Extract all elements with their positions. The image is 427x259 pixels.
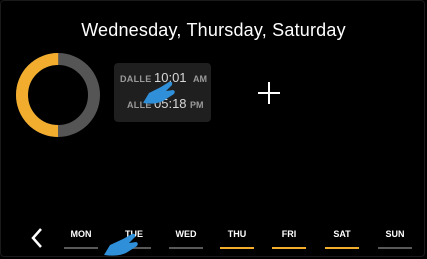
day-label: WED xyxy=(175,229,197,239)
day-indicator xyxy=(378,247,412,249)
day-label: THU xyxy=(227,229,247,239)
time-range-card[interactable]: DALLE 10:01 AM ALLE 05:18 PM xyxy=(114,63,211,122)
from-time: 10:01 xyxy=(154,70,187,85)
day-indicator xyxy=(117,247,151,249)
chevron-left-icon[interactable] xyxy=(27,226,47,250)
day-label: MON xyxy=(70,229,92,239)
day-thu[interactable]: THU xyxy=(220,229,254,251)
day-fri[interactable]: FRI xyxy=(272,229,306,251)
day-indicator xyxy=(169,247,203,249)
day-indicator xyxy=(272,247,306,249)
day-label: TUE xyxy=(125,229,143,239)
from-ampm: AM xyxy=(193,74,207,84)
day-indicator xyxy=(325,247,359,249)
plus-icon[interactable] xyxy=(256,80,282,106)
day-sun[interactable]: SUN xyxy=(378,229,412,251)
day-mon[interactable]: MON xyxy=(64,229,98,251)
to-time-row[interactable]: ALLE 05:18 PM xyxy=(114,96,211,112)
to-time: 05:18 xyxy=(154,96,187,111)
day-tue[interactable]: TUE xyxy=(117,229,151,251)
day-sat[interactable]: SAT xyxy=(325,229,359,251)
day-indicator xyxy=(220,247,254,249)
to-label: ALLE xyxy=(127,100,152,110)
day-label: FRI xyxy=(281,229,297,239)
from-time-row[interactable]: DALLE 10:01 AM xyxy=(114,70,211,86)
from-label: DALLE xyxy=(120,74,152,84)
day-label: SAT xyxy=(333,229,351,239)
schedule-ring xyxy=(16,53,100,137)
day-wed[interactable]: WED xyxy=(169,229,203,251)
to-ampm: PM xyxy=(190,100,204,110)
day-label: SUN xyxy=(385,229,405,239)
day-indicator xyxy=(64,247,98,249)
page-title: Wednesday, Thursday, Saturday xyxy=(81,20,346,40)
